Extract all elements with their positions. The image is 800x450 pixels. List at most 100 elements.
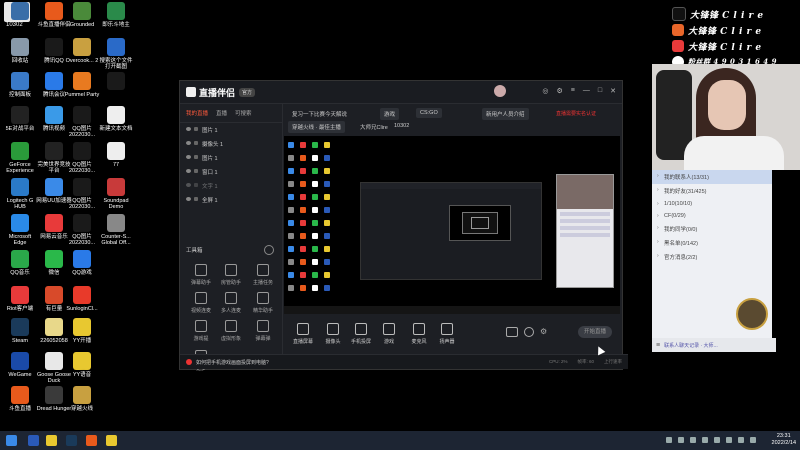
lock-icon[interactable] [194, 183, 198, 187]
desktop-icon[interactable]: 斗鱼直播 [2, 386, 38, 412]
desktop-icon[interactable]: QQ图片 2022030... [64, 142, 100, 174]
toolbox-item[interactable]: 游戏提 [186, 320, 216, 342]
toolbox-item[interactable]: 弹幕助手 [186, 264, 216, 286]
version-badge[interactable]: 官方 [239, 87, 256, 97]
qq-contact-group[interactable]: › CF(0/29) [652, 210, 772, 222]
eye-icon[interactable] [186, 155, 191, 159]
capture-tool[interactable]: 摄像头 [318, 323, 348, 345]
desktop-icon[interactable]: Counter-S... Global Off... [98, 214, 134, 246]
eye-icon[interactable] [186, 183, 191, 187]
desktop-icon[interactable]: Pummel Party [64, 72, 100, 98]
capture-tool[interactable]: 手机投屏 [346, 323, 376, 345]
desktop-icon[interactable]: SunloginCl... [64, 286, 100, 312]
source-item[interactable]: 图片 1 [180, 151, 282, 165]
lock-icon[interactable] [194, 127, 198, 131]
qq-contact-group[interactable]: › 我的好友(31/425) [652, 184, 772, 198]
desktop-icon[interactable] [2, 2, 38, 22]
desktop-icon[interactable]: Soundpad Demo [98, 178, 134, 210]
toolbox-item[interactable]: 主播任务 [248, 264, 278, 286]
desktop-icon[interactable]: GeForce Experience [2, 142, 38, 174]
desktop-icon[interactable]: Microsoft Edge [2, 214, 38, 246]
eye-icon[interactable] [186, 197, 191, 201]
toolbox-item[interactable]: 精华助手 [248, 292, 278, 314]
qq-contact-group[interactable]: › 我的联系人(13/31) [652, 170, 772, 184]
capture-tool[interactable]: 游戏 [374, 323, 404, 345]
status-tip[interactable]: 如何把手机游戏画面投屏到电脑? [196, 359, 269, 366]
desktop-icon[interactable]: Steam [2, 318, 38, 344]
headset-icon[interactable]: ◎ [542, 87, 548, 95]
desktop-icon[interactable]: Riot客户端 [2, 286, 38, 312]
desktop-icon[interactable]: 搜索这个文件打开截图 [98, 38, 134, 70]
tray-icon[interactable] [714, 437, 720, 443]
start-live-button[interactable]: 开始直播 [578, 326, 612, 338]
verify-warning[interactable]: 直播需要实名认证 [552, 108, 600, 119]
desktop-icon[interactable]: WeGame [2, 352, 38, 378]
desktop-icon[interactable]: QQ音乐 [2, 250, 38, 276]
desktop-icon[interactable]: 回收站 [2, 38, 38, 64]
tag-account[interactable]: 新用户人员介绍 [482, 108, 529, 120]
desktop-icon[interactable]: QQ图片 2022030... [64, 106, 100, 138]
desktop-icon[interactable]: 即乐斗地主 [98, 2, 134, 28]
taskbar-live-companion-icon[interactable] [86, 435, 97, 446]
visibility-icon[interactable] [524, 327, 534, 337]
scene-title[interactable]: 复习一下比赛今天解说 [288, 108, 351, 120]
lock-icon[interactable] [194, 141, 198, 145]
desktop-icon[interactable]: Overcook... 2 [64, 38, 100, 64]
source-item[interactable]: 文字 1 [180, 179, 282, 193]
eye-icon[interactable] [186, 127, 191, 131]
source-item[interactable]: 全屏 1 [180, 193, 282, 207]
tray-icon[interactable] [726, 437, 732, 443]
toolbox-item[interactable]: 虚拟形象 [216, 320, 246, 342]
record-icon[interactable] [506, 327, 518, 337]
qq-contact-group[interactable]: › 1/10(10/10) [652, 198, 772, 210]
tag-csgo[interactable]: CS:GO [416, 108, 442, 118]
tab-search[interactable]: 可搜索 [235, 109, 252, 117]
desktop-icon[interactable] [98, 352, 134, 372]
desktop-icon[interactable]: YY开播 [64, 318, 100, 344]
close-icon[interactable]: ✕ [610, 87, 616, 95]
desktop-icon[interactable] [98, 72, 134, 92]
tag-game[interactable]: 游戏 [380, 108, 400, 120]
windows-start-icon[interactable] [6, 435, 17, 446]
lock-icon[interactable] [194, 169, 198, 173]
desktop-icon[interactable]: 77 [98, 142, 134, 168]
lock-icon[interactable] [194, 197, 198, 201]
desktop-icon[interactable] [98, 286, 134, 306]
maximize-icon[interactable]: □ [598, 87, 602, 95]
desktop-icon[interactable]: YY语音 [64, 352, 100, 378]
capture-tool[interactable]: 扬声器 [432, 323, 462, 345]
tray-icon[interactable] [702, 437, 708, 443]
desktop-icon[interactable]: Grounded [64, 2, 100, 28]
eye-icon[interactable] [186, 169, 191, 173]
taskbar-steam-icon[interactable] [66, 435, 77, 446]
taskbar-yy-icon[interactable] [106, 435, 117, 446]
capture-tool[interactable]: 直播屏幕 [288, 323, 318, 345]
tab-my-live[interactable]: 我的直播 [186, 109, 208, 117]
desktop-icon[interactable]: 新建文本文档 [98, 106, 134, 132]
qq-contact-group[interactable]: › 我的同学(0/0) [652, 222, 772, 236]
taskbar-app-icon[interactable] [28, 435, 39, 446]
capture-tool[interactable]: 麦克风 [404, 323, 434, 345]
tray-icon[interactable] [666, 437, 672, 443]
source-item[interactable]: 摄像头 1 [180, 137, 282, 151]
settings-icon[interactable]: ⚙ [557, 87, 563, 95]
tab-live[interactable]: 直播 [216, 109, 227, 117]
desktop-icon[interactable]: Logitech G HUB [2, 178, 38, 210]
qq-contact-group[interactable]: › 黑名单(0/142) [652, 236, 772, 250]
qq-contact-group[interactable]: › 官方消息(2/2) [652, 250, 772, 264]
desktop-icon[interactable]: QQ图片 2022030... [64, 178, 100, 210]
qq-bottom-text[interactable]: 联系人聊天记录 · 大师... [664, 342, 718, 349]
toolbox-settings-icon[interactable] [264, 245, 274, 255]
minimize-icon[interactable]: — [583, 87, 590, 95]
desktop-icon[interactable]: 穿越火线 [64, 386, 100, 412]
source-item[interactable]: 窗口 1 [180, 165, 282, 179]
toolbox-item[interactable]: 弹幕弹 [248, 320, 278, 342]
eye-icon[interactable] [186, 141, 191, 145]
lock-icon[interactable] [194, 155, 198, 159]
toolbox-item[interactable]: 视频连麦 [186, 292, 216, 314]
toolbox-item[interactable]: 房管助手 [216, 264, 246, 286]
desktop-icon[interactable]: 5E对战平台 [2, 106, 38, 132]
desktop-icon[interactable] [98, 318, 134, 338]
toolbox-item[interactable]: 多人连麦 [216, 292, 246, 314]
user-avatar[interactable] [494, 85, 506, 97]
